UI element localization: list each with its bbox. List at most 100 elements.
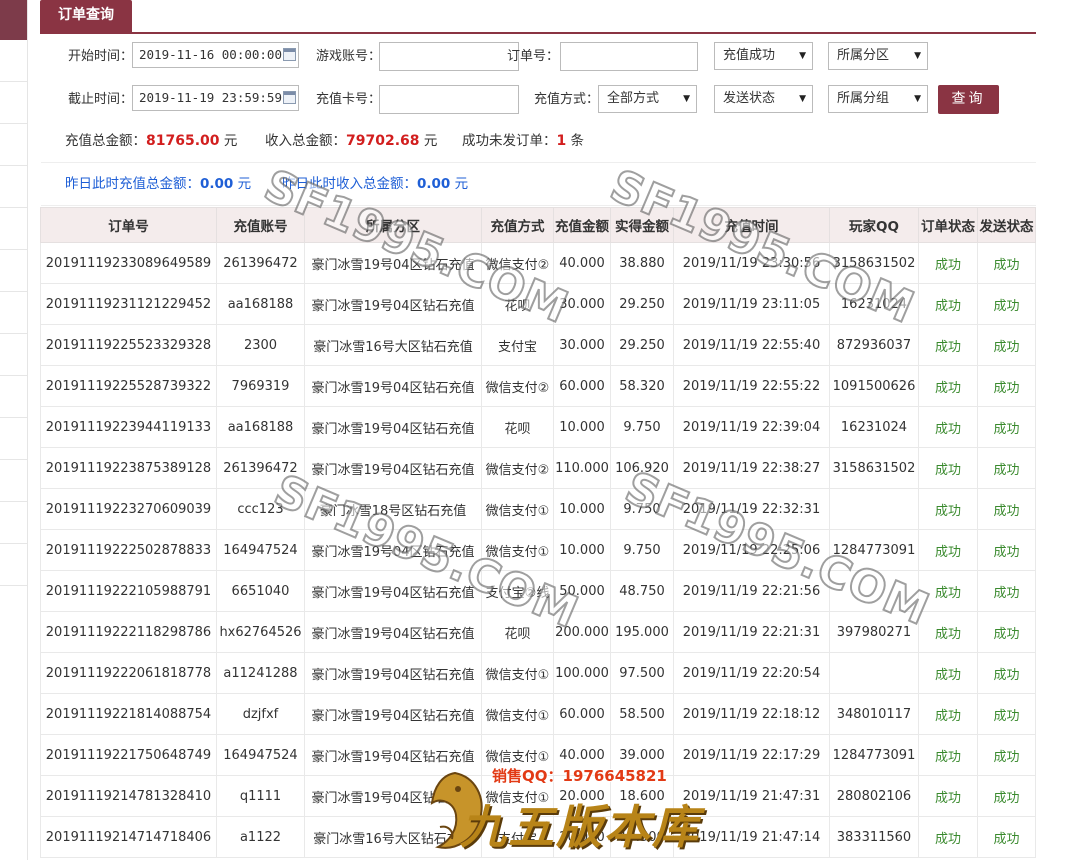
table-row[interactable]: 20191119214714718406 a1122 豪门冰雪16号大区钻石充值 支付…: [40, 816, 1036, 858]
table-cell: 成功: [918, 570, 978, 612]
table-cell: 成功: [918, 652, 978, 694]
table-row[interactable]: 20191119222502878833 164947524 豪门冰雪19号04区钻…: [40, 529, 1036, 571]
card-no-input[interactable]: [379, 85, 519, 114]
table-row[interactable]: 20191119225528739322 7969319 豪门冰雪19号04区钻石充…: [40, 365, 1036, 407]
unit-label: 元: [237, 176, 252, 192]
table-row[interactable]: 20191119231121229452 aa168188 豪门冰雪19号04区钻石…: [40, 283, 1036, 325]
table-row[interactable]: 20191119225523329328 2300 豪门冰雪16号大区钻石充值 支付宝…: [40, 324, 1036, 366]
sidebar-item[interactable]: [0, 40, 27, 82]
table-cell: 成功: [918, 406, 978, 448]
tab-bar: 订单查询: [40, 0, 1036, 34]
start-time-input[interactable]: 2019-11-16 00:00:00: [132, 42, 299, 68]
table-cell: 成功: [977, 611, 1036, 653]
table-cell: 豪门冰雪19号04区钻石充值: [304, 775, 482, 817]
table-row[interactable]: 20191119214781328410 q1111 豪门冰雪19号04区钻石充值微…: [40, 775, 1036, 817]
game-account-label: 游戏账号：: [315, 49, 381, 64]
table-cell: 成功: [977, 242, 1036, 284]
table-cell: 成功: [977, 693, 1036, 735]
sidebar-item[interactable]: [0, 418, 27, 460]
table-cell: 豪门冰雪19号04区钻石充值: [304, 242, 482, 284]
start-time-label: 开始时间：: [67, 49, 133, 64]
table-cell: 9.750: [610, 406, 674, 448]
zone-value: 所属分区: [837, 48, 890, 63]
table-cell: 成功: [977, 570, 1036, 612]
table-cell: 397980271: [829, 611, 919, 653]
table-cell: 16231024: [829, 283, 919, 325]
yesterday-income-value: 0.00: [417, 176, 451, 192]
table-cell: 29.250: [610, 324, 674, 366]
filter-row-2: 截止时间： 2019-11-19 23:59:59 充值卡号： 充值方式： 全部…: [41, 85, 1036, 115]
table-cell: 261396472: [216, 242, 305, 284]
table-cell: 豪门冰雪19号04区钻石充值: [304, 365, 482, 407]
table-row[interactable]: 20191119223270609039 ccc123 豪门冰雪18号区钻石充值 微信…: [40, 488, 1036, 530]
recharge-status-select[interactable]: 充值成功 ▼: [714, 42, 813, 70]
sidebar-item[interactable]: [0, 250, 27, 292]
table-cell: 20191119223875389128: [40, 447, 217, 489]
table-row[interactable]: 20191119221750648749 164947524 豪门冰雪19号04区钻…: [40, 734, 1036, 776]
table-cell: 花呗: [481, 283, 554, 325]
table-row[interactable]: 20191119223875389128 261396472 豪门冰雪19号04区钻…: [40, 447, 1036, 489]
table-row[interactable]: 20191119222105988791 6651040 豪门冰雪19号04区钻石充…: [40, 570, 1036, 612]
sidebar-item[interactable]: [0, 460, 27, 502]
chevron-down-icon: ▼: [914, 94, 921, 104]
send-status-select[interactable]: 发送状态 ▼: [714, 85, 813, 113]
sidebar-item[interactable]: [0, 376, 27, 418]
total-recharge-value: 81765.00: [146, 133, 220, 149]
group-select[interactable]: 所属分组 ▼: [828, 85, 928, 113]
query-button[interactable]: 查询: [938, 85, 999, 114]
table-cell: 164947524: [216, 529, 305, 571]
unit-label: 元: [223, 133, 238, 149]
table-cell: 106.920: [610, 447, 674, 489]
calendar-icon[interactable]: [283, 48, 296, 61]
table-cell: 2019/11/19 21:47:31: [673, 775, 830, 817]
table-row[interactable]: 20191119221814088754 dzjfxf 豪门冰雪19号04区钻石充值…: [40, 693, 1036, 735]
orders-table: 订单号 充值账号 所属分区 充值方式 充值金额 实得金额 充值时间 玩家QQ 订单状态 发送状态 …: [40, 207, 1036, 858]
yesterday-recharge-label: 昨日此时充值总金额：: [65, 176, 200, 192]
table-cell: 2019/11/19 22:18:12: [673, 693, 830, 735]
table-cell: 豪门冰雪16号大区钻石充值: [304, 324, 482, 366]
table-cell: 1091500626: [829, 365, 919, 407]
sidebar-item[interactable]: [0, 166, 27, 208]
table-row[interactable]: 20191119222061818778 a11241288 豪门冰雪19号04区钻…: [40, 652, 1036, 694]
table-cell: 20191119225528739322: [40, 365, 217, 407]
sidebar-item[interactable]: [0, 124, 27, 166]
table-cell: 40.000: [553, 734, 611, 776]
zone-select[interactable]: 所属分区 ▼: [828, 42, 928, 70]
table-cell: 花呗: [481, 611, 554, 653]
sidebar-item[interactable]: [0, 208, 27, 250]
table-cell: 微信支付①: [481, 652, 554, 694]
table-cell: 成功: [977, 529, 1036, 571]
table-row[interactable]: 20191119222118298786 hx62764526 豪门冰雪19号04区…: [40, 611, 1036, 653]
table-cell: 2019/11/19 22:21:31: [673, 611, 830, 653]
tab-order-query[interactable]: 订单查询: [40, 0, 132, 32]
table-cell: 3158631502: [829, 447, 919, 489]
sidebar-item[interactable]: [0, 334, 27, 376]
table-cell: 豪门冰雪18号区钻石充值: [304, 488, 482, 530]
table-row[interactable]: 20191119233089649589 261396472 豪门冰雪19号04区钻…: [40, 242, 1036, 284]
table-cell: 2019/11/19 22:38:27: [673, 447, 830, 489]
table-cell: 微信支付①: [481, 693, 554, 735]
table-cell: 成功: [977, 652, 1036, 694]
table-cell: 110.000: [553, 447, 611, 489]
table-cell: 2019/11/19 22:32:31: [673, 488, 830, 530]
end-time-input[interactable]: 2019-11-19 23:59:59: [132, 85, 299, 111]
table-cell: aa168188: [216, 406, 305, 448]
table-cell: 2019/11/19 22:55:40: [673, 324, 830, 366]
sidebar-item[interactable]: [0, 292, 27, 334]
order-no-input[interactable]: [560, 42, 698, 71]
calendar-icon[interactable]: [283, 91, 296, 104]
sidebar-item[interactable]: [0, 82, 27, 124]
total-income: 收入总金额：79702.68 元: [265, 120, 437, 162]
table-cell: 2019/11/19 23:30:56: [673, 242, 830, 284]
table-cell: 成功: [977, 324, 1036, 366]
table-cell: 1284773091: [829, 734, 919, 776]
table-cell: 豪门冰雪19号04区钻石充值: [304, 570, 482, 612]
table-cell: [829, 652, 919, 694]
method-select[interactable]: 全部方式 ▼: [598, 85, 697, 113]
sidebar-item[interactable]: [0, 502, 27, 544]
table-row[interactable]: 20191119223944119133 aa168188 豪门冰雪19号04区钻石…: [40, 406, 1036, 448]
unsent-label: 成功未发订单：: [462, 133, 557, 149]
table-cell: 10.000: [553, 488, 611, 530]
sidebar-item[interactable]: [0, 544, 27, 586]
table-cell: 261396472: [216, 447, 305, 489]
